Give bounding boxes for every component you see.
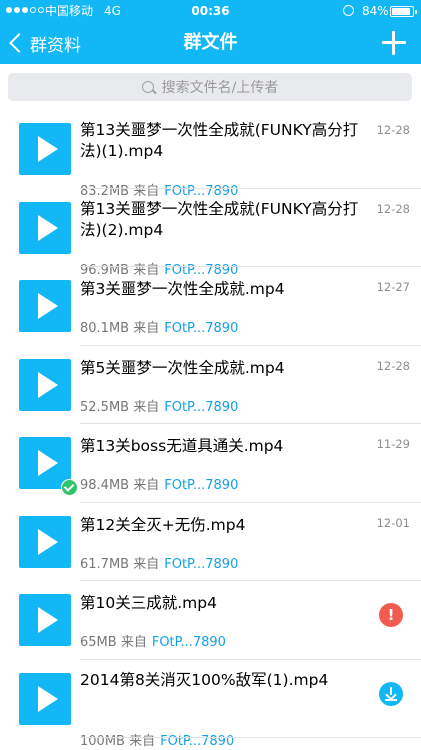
- file-name: 第12关全灭+无伤.mp4: [80, 515, 246, 534]
- uploader-link[interactable]: FOtP...7890: [152, 635, 226, 650]
- chevron-left-icon: [9, 33, 29, 53]
- file-row[interactable]: 第3关噩梦一次性全成就.mp4 80.1MB 来自 FOtP...7890 12-27: [0, 267, 421, 346]
- file-size: 80.1MB: [80, 321, 130, 336]
- status-bar: 中国移动 4G 00:36 84%: [0, 0, 421, 22]
- file-name: 第10关三成就.mp4: [80, 594, 217, 612]
- upload-date: 12-28: [376, 358, 410, 373]
- upload-date: 12-28: [376, 123, 410, 137]
- file-meta: 65MB 来自 FOtP...7890: [80, 631, 226, 650]
- file-row[interactable]: 第13关噩梦一次性全成就(FUNKY高分打法)(2).mp4 96.9MB 来自 F…: [0, 189, 421, 278]
- from-label: 来自: [133, 478, 160, 493]
- search-icon: [141, 81, 154, 93]
- file-name: 第13关噩梦一次性全成就(FUNKY高分打法)(2).mp4: [80, 199, 359, 239]
- file-size: 98.4MB: [80, 478, 130, 493]
- battery-icon: [390, 6, 417, 17]
- uploader-link[interactable]: FOtP...7890: [164, 321, 238, 336]
- upload-date: 11-29: [376, 437, 410, 451]
- video-thumbnail: [19, 594, 71, 646]
- from-label: 来自: [133, 321, 160, 336]
- file-size: 52.5MB: [80, 399, 130, 415]
- file-meta: 98.4MB 来自 FOtP...7890: [80, 474, 238, 493]
- file-name: 第3关噩梦一次性全成就.mp4: [80, 280, 285, 298]
- file-meta: 80.1MB 来自 FOtP...7890: [80, 317, 238, 336]
- download-icon[interactable]: [379, 681, 403, 706]
- play-icon: [38, 214, 58, 241]
- play-icon: [38, 371, 58, 398]
- file-name: 2014第8关消灭100%敌军(1).mp4: [80, 670, 329, 689]
- file-name: 第5关噩梦一次性全成就.mp4: [80, 358, 285, 377]
- clock: 00:36: [191, 4, 230, 18]
- add-icon[interactable]: [382, 31, 406, 55]
- video-thumbnail: [19, 672, 71, 725]
- file-row[interactable]: 第10关三成就.mp4 65MB 来自 FOtP...7890!: [0, 581, 421, 660]
- file-row[interactable]: 第5关噩梦一次性全成就.mp4 52.5MB 来自 FOtP...7890 12-28: [0, 346, 421, 425]
- file-row[interactable]: 2014第8关消灭100%敌军(1).mp4 100MB 来自 FOtP...789…: [0, 660, 421, 749]
- file-meta: 100MB 来自 FOtP...7890: [80, 730, 234, 749]
- header: 中国移动 4G 00:36 84% 群资料 群文件: [0, 0, 421, 64]
- nav-bar: 群资料 群文件: [0, 22, 421, 64]
- video-thumbnail: [19, 123, 71, 175]
- file-row[interactable]: 第13关噩梦一次性全成就(FUNKY高分打法)(1).mp4 83.2MB 来自 F…: [0, 110, 421, 199]
- error-icon[interactable]: !: [379, 603, 403, 627]
- file-row[interactable]: 第13关boss无道具通关.mp4 98.4MB 来自 FOtP...7890 11-…: [0, 424, 421, 503]
- from-label: 来自: [120, 635, 147, 650]
- video-thumbnail: [19, 358, 71, 411]
- file-size: 61.7MB: [80, 556, 130, 572]
- search-placeholder: 搜索文件名/上传者: [161, 80, 279, 96]
- uploader-link[interactable]: FOtP...7890: [164, 557, 238, 572]
- play-icon: [38, 528, 58, 555]
- search-bar: 搜索文件名/上传者: [0, 64, 421, 110]
- play-icon: [38, 685, 58, 712]
- upload-date: 12-27: [376, 280, 410, 294]
- play-icon: [38, 293, 58, 319]
- check-icon: [61, 479, 78, 496]
- uploader-link[interactable]: FOtP...7890: [164, 400, 238, 415]
- file-size: 100MB: [80, 733, 125, 749]
- file-meta: 61.7MB 来自 FOtP...7890: [80, 553, 238, 572]
- video-thumbnail: [19, 201, 71, 254]
- file-name: 第13关boss无道具通关.mp4: [80, 437, 284, 455]
- video-thumbnail: [19, 280, 71, 332]
- file-list: 第13关噩梦一次性全成就(FUNKY高分打法)(1).mp4 83.2MB 来自 F…: [0, 110, 421, 749]
- uploader-link[interactable]: FOtP...7890: [160, 734, 234, 749]
- search-input[interactable]: 搜索文件名/上传者: [8, 73, 412, 101]
- file-size: 65MB: [80, 635, 117, 650]
- uploader-link[interactable]: FOtP...7890: [164, 478, 238, 493]
- play-icon: [38, 136, 58, 162]
- from-label: 来自: [133, 399, 160, 415]
- file-row[interactable]: 第12关全灭+无伤.mp4 61.7MB 来自 FOtP...7890 12-01: [0, 503, 421, 582]
- from-label: 来自: [129, 733, 156, 749]
- battery-percent: 84%: [362, 4, 389, 18]
- play-icon: [38, 607, 58, 633]
- upload-date: 12-01: [376, 515, 410, 530]
- back-button[interactable]: 群资料: [8, 22, 81, 64]
- from-label: 来自: [133, 556, 160, 572]
- upload-date: 12-28: [376, 201, 410, 216]
- rotation-lock-icon: [343, 5, 354, 16]
- back-label: 群资料: [30, 35, 81, 56]
- play-icon: [38, 450, 58, 476]
- file-name: 第13关噩梦一次性全成就(FUNKY高分打法)(1).mp4: [80, 121, 359, 160]
- video-thumbnail: [19, 515, 71, 568]
- file-meta: 52.5MB 来自 FOtP...7890: [80, 396, 238, 415]
